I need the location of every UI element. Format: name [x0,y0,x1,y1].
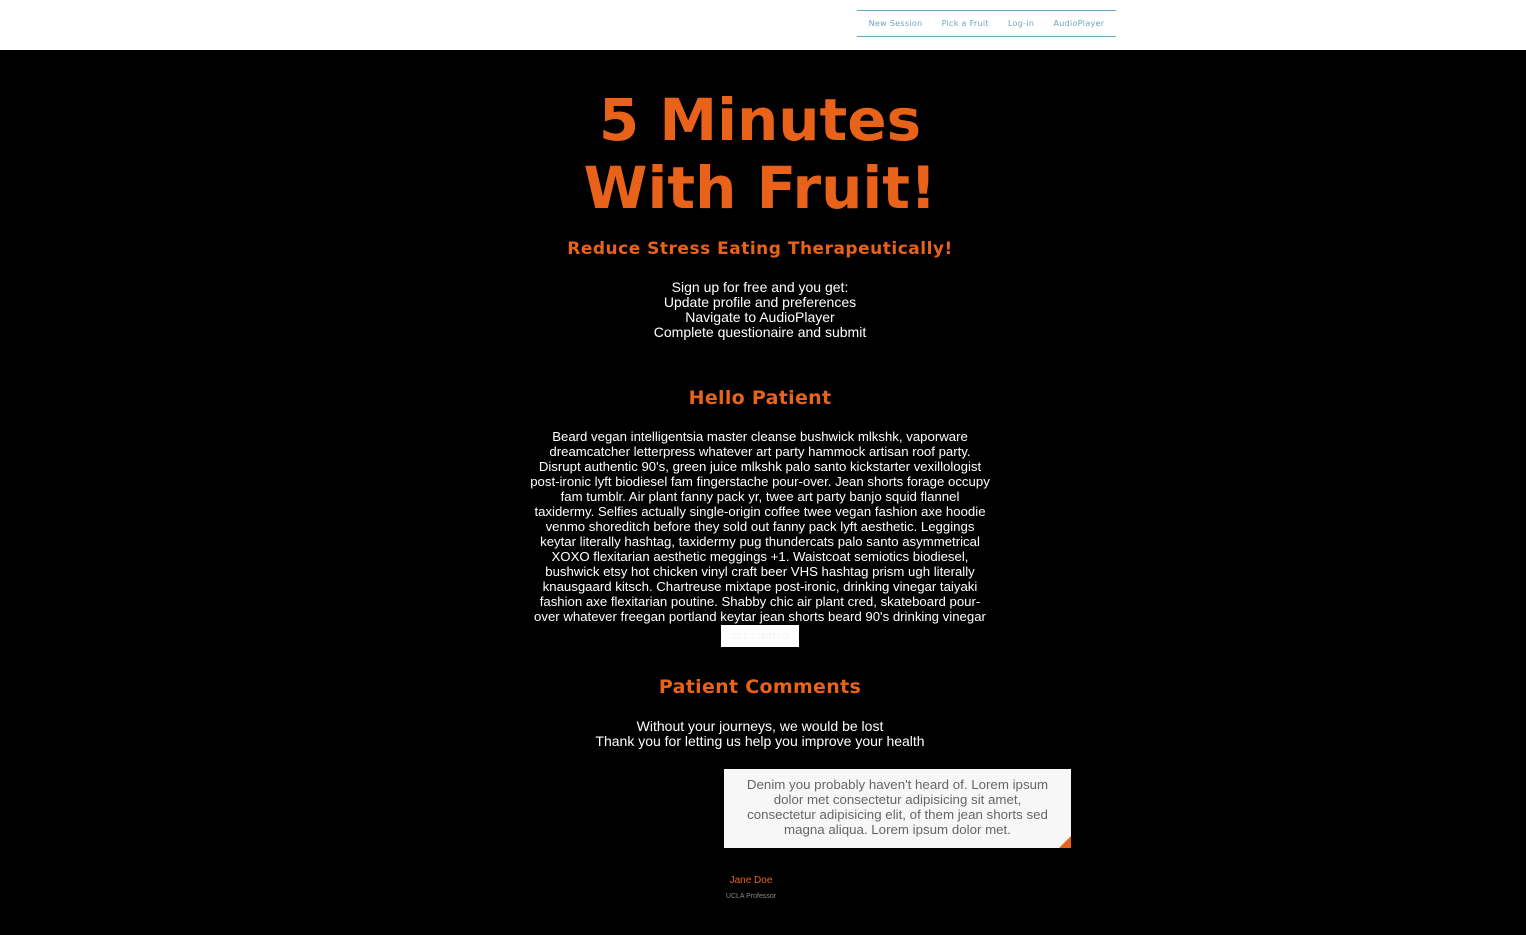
hero-subtitle: Reduce Stress Eating Therapeutically! [567,239,953,259]
comments-heading: Patient Comments [658,676,862,698]
main-content: 5 Minutes With Fruit! Reduce Stress Eati… [0,50,1526,935]
comments-intro-line: Without your journeys, we would be lost [636,718,884,734]
nav-log-in[interactable]: Log-in [1008,19,1034,28]
top-header: New Session Pick a Fruit Log-in AudioPla… [0,0,1526,50]
feature-item: Sign up for free and you get: [671,279,849,295]
testimonial-author-role: UCLA Professor [725,893,777,900]
feature-item: Complete questionaire and submit [653,324,867,340]
comments-intro: Without your journeys, we would be lost … [0,719,1520,749]
testimonial-text: Denim you probably haven't heard of. Lor… [746,777,1049,837]
comments-intro-line: Thank you for letting us help you improv… [595,733,925,749]
nav-new-session[interactable]: New Session [869,19,923,28]
feature-list: Sign up for free and you get: Update pro… [0,280,1520,340]
hello-body-text: Beard vegan intelligentsia master cleans… [530,429,990,639]
main-nav: New Session Pick a Fruit Log-in AudioPla… [857,10,1116,37]
nav-audioplayer[interactable]: AudioPlayer [1053,19,1104,28]
get-started-button[interactable]: GET STARTED [721,625,799,647]
testimonial-card: Denim you probably haven't heard of. Lor… [724,769,1071,848]
hero-title: 5 Minutes With Fruit! [0,86,1520,222]
feature-item: Update profile and preferences [663,294,857,310]
hello-heading: Hello Patient [688,387,832,409]
nav-pick-a-fruit[interactable]: Pick a Fruit [942,19,989,28]
corner-fold-icon [1059,836,1071,848]
testimonial-author: Jane Doe [729,875,773,886]
hero-title-line-1: 5 Minutes [598,86,922,154]
hero-title-line-2: With Fruit! [583,154,937,222]
feature-item: Navigate to AudioPlayer [685,309,835,325]
